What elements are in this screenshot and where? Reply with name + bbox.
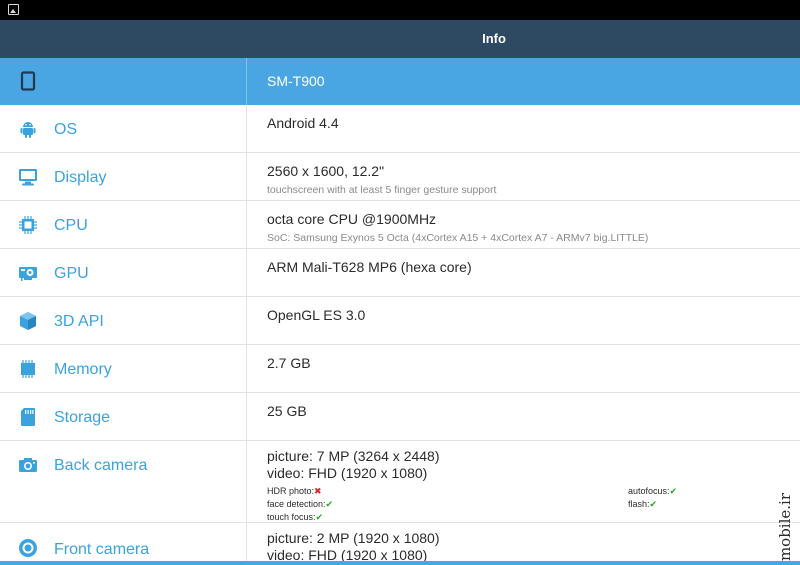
info-list: SM-T900 OS Android 4.4 Display 2560 x 16… <box>0 58 800 565</box>
sd-card-icon <box>21 408 35 426</box>
os-row: OS Android 4.4 <box>0 105 800 153</box>
check-icon: ✔ <box>649 499 658 509</box>
hdr-photo-feature: HDR photo:✖ <box>267 486 322 496</box>
camera-features: HDR photo:✖ face detection:✔ touch focus… <box>267 484 790 524</box>
row-label: 3D API <box>54 313 104 330</box>
row-label: Display <box>54 169 107 186</box>
cpu-row: CPU octa core CPU @1900MHz SoC: Samsung … <box>0 201 800 249</box>
status-bar <box>0 0 800 20</box>
check-icon: ✔ <box>669 486 678 496</box>
row-value: Android 4.4 <box>267 115 339 131</box>
row-value: 2.7 GB <box>267 355 311 371</box>
camera-picture: picture: 7 MP (3264 x 2448) <box>267 448 440 464</box>
cross-icon: ✖ <box>314 486 322 496</box>
row-label: OS <box>54 121 78 138</box>
chip-icon <box>19 216 37 234</box>
row-label: Back camera <box>54 457 148 474</box>
android-icon <box>20 122 36 138</box>
row-value: 2560 x 1600, 12.2" <box>267 163 385 179</box>
flash-feature: flash:✔ <box>628 499 658 509</box>
touch-focus-feature: touch focus:✔ <box>267 512 324 522</box>
graphics-card-icon <box>19 267 37 281</box>
gpu-row: GPU ARM Mali-T628 MP6 (hexa core) <box>0 249 800 297</box>
check-icon: ✔ <box>325 499 334 509</box>
camera-picture: picture: 2 MP (1920 x 1080) <box>267 530 440 546</box>
camera-icon <box>19 458 37 472</box>
window-title: Info <box>482 31 506 46</box>
row-detail: touchscreen with at least 5 finger gestu… <box>267 184 497 196</box>
3d-api-row: 3D API OpenGL ES 3.0 <box>0 297 800 345</box>
face-detection-feature: face detection:✔ <box>267 499 334 509</box>
bottom-edge <box>0 561 800 565</box>
cube-icon <box>20 312 36 330</box>
front-camera-row: Front camera picture: 2 MP (1920 x 1080)… <box>0 523 800 565</box>
image-notification-icon <box>8 4 19 15</box>
check-icon: ✔ <box>315 512 324 522</box>
row-value: octa core CPU @1900MHz <box>267 211 437 227</box>
camera-video: video: FHD (1920 x 1080) <box>267 465 428 481</box>
row-label: Memory <box>54 361 112 378</box>
tablet-icon <box>20 71 36 91</box>
storage-row: Storage 25 GB <box>0 393 800 441</box>
memory-icon <box>21 360 35 378</box>
row-label: CPU <box>54 217 88 234</box>
row-value: 25 GB <box>267 403 307 419</box>
row-label: Front camera <box>54 541 150 558</box>
device-model: SM-T900 <box>267 73 325 89</box>
front-camera-icon <box>19 539 37 557</box>
monitor-icon <box>19 169 37 186</box>
back-camera-row: Back camera picture: 7 MP (3264 x 2448) … <box>0 441 800 523</box>
row-label: GPU <box>54 265 89 282</box>
display-row: Display 2560 x 1600, 12.2" touchscreen w… <box>0 153 800 201</box>
row-value: OpenGL ES 3.0 <box>267 307 366 323</box>
row-label: Storage <box>54 409 111 426</box>
autofocus-feature: autofocus:✔ <box>628 486 678 496</box>
title-bar: Info <box>0 20 800 58</box>
row-value: ARM Mali-T628 MP6 (hexa core) <box>267 259 472 275</box>
device-row: SM-T900 <box>0 58 800 105</box>
row-detail: SoC: Samsung Exynos 5 Octa (4xCortex A15… <box>267 232 649 244</box>
memory-row: Memory 2.7 GB <box>0 345 800 393</box>
watermark-text: mobile.ir <box>776 492 794 562</box>
watermark: mobile.ir <box>771 492 797 562</box>
